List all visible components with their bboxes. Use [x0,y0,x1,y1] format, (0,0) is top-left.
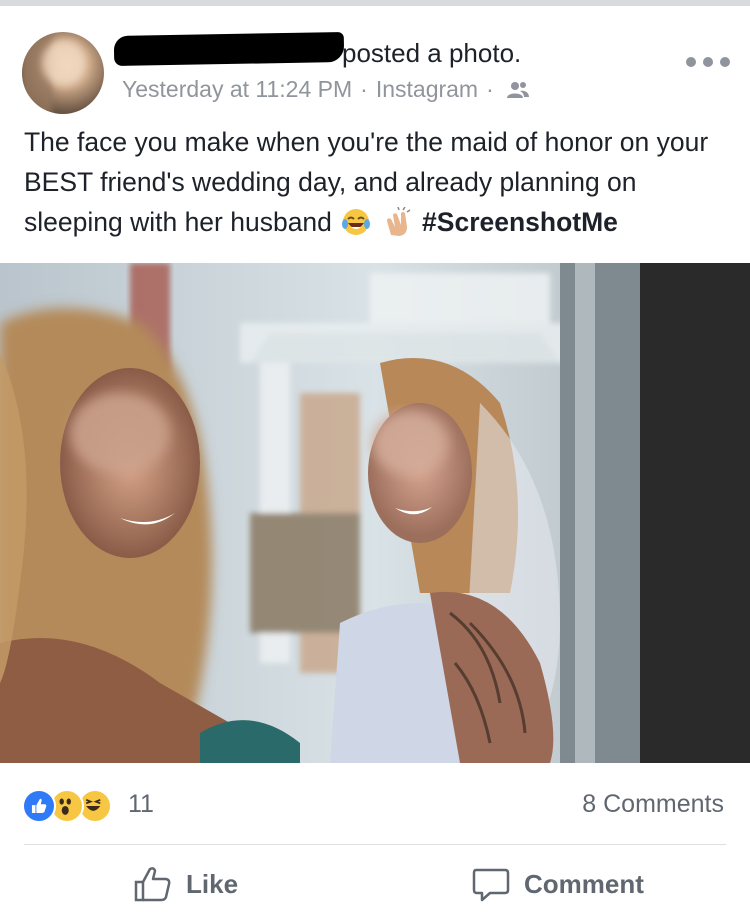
post-action-text: posted a photo. [342,38,522,68]
post-header: posted a photo. Yesterday at 11:24 PM · … [0,6,750,116]
comment-button[interactable]: Comment [472,864,644,904]
more-options-button[interactable] [686,52,730,72]
post-source[interactable]: Instagram [376,76,478,103]
wedding-photo-image [0,263,750,763]
post-timestamp[interactable]: Yesterday at 11:24 PM [122,76,352,103]
more-dot-icon [703,57,713,67]
comment-label: Comment [524,868,644,899]
clapping-hands-emoji-icon [386,207,411,236]
post-photo[interactable] [0,263,750,763]
action-divider [24,844,726,845]
friends-icon [506,81,529,98]
reaction-count[interactable]: 11 [128,790,154,819]
reaction-icons[interactable] [22,788,112,824]
meta-separator: · [360,76,368,102]
laughing-tears-emoji-icon [342,209,371,235]
redacted-author-name[interactable] [113,31,345,67]
post-meta: Yesterday at 11:24 PM · Instagram · [122,76,530,103]
like-icon [22,789,56,823]
hashtag-link[interactable]: #ScreenshotMe [422,207,618,237]
comments-count-link[interactable]: 8 Comments [582,790,724,819]
comment-bubble-icon [472,868,510,902]
avatar[interactable] [22,32,104,114]
more-dot-icon [720,57,730,67]
meta-separator-2: · [486,76,494,102]
reactions-summary: 11 8 Comments [0,780,750,832]
like-label: Like [186,868,239,899]
like-button[interactable]: Like [134,864,238,904]
post-body: The face you make when you're the maid o… [24,122,730,242]
thumbs-up-icon [134,867,171,902]
post-actions: Like Comment [0,846,750,920]
more-dot-icon [686,57,696,67]
